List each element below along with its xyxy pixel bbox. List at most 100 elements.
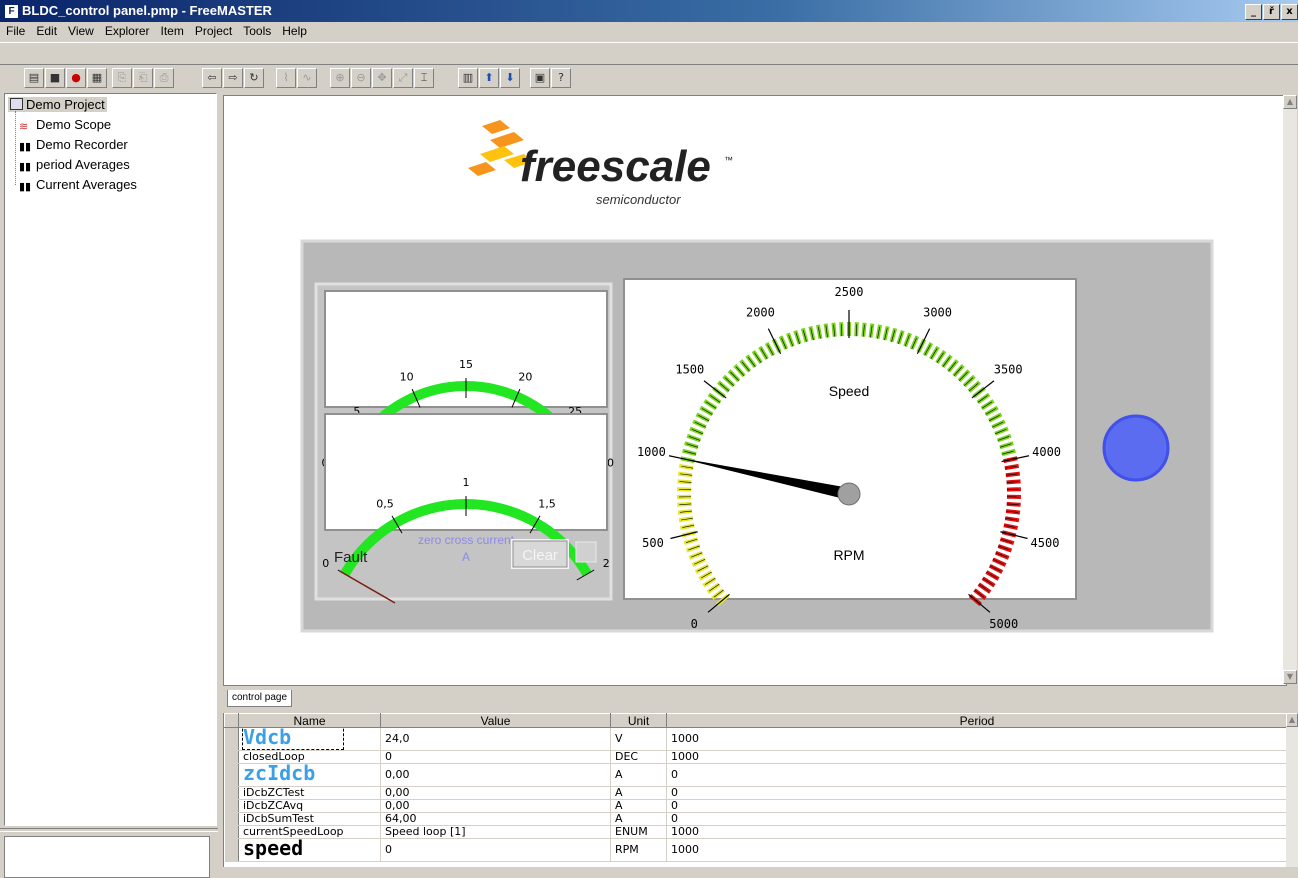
menu-tools[interactable]: Tools xyxy=(237,22,276,38)
zoom-in-icon[interactable]: ⊕ xyxy=(330,68,350,88)
speed-gauge: 0500100015002000250030003500400045005000… xyxy=(624,279,1076,631)
tree-item-label: Demo Scope xyxy=(36,117,111,132)
down-arrow-icon[interactable]: ⬇ xyxy=(500,68,520,88)
tree-root[interactable]: Demo Project xyxy=(8,97,107,112)
cell-name[interactable]: closedLoop xyxy=(239,751,381,764)
cell-period[interactable]: 0 xyxy=(667,813,1288,826)
tree-item-period-averages[interactable]: ▮▮period Averages xyxy=(19,157,130,172)
col-value[interactable]: Value xyxy=(381,714,611,728)
stop-icon[interactable]: ● xyxy=(66,68,86,88)
cell-period[interactable]: 0 xyxy=(667,800,1288,813)
menu-edit[interactable]: Edit xyxy=(30,22,62,38)
close-button[interactable]: x xyxy=(1281,4,1298,20)
col-unit[interactable]: Unit xyxy=(611,714,667,728)
cell-value[interactable]: 0,00 xyxy=(381,800,611,813)
cell-unit[interactable]: A xyxy=(611,800,667,813)
splitter[interactable] xyxy=(0,828,218,832)
restore-button[interactable]: ř xyxy=(1263,4,1280,20)
tree-item-current-averages[interactable]: ▮▮Current Averages xyxy=(19,177,137,192)
wave-icon[interactable]: ∿ xyxy=(297,68,317,88)
cell-name[interactable]: iDcbSumTest xyxy=(239,813,381,826)
speed-tick-label: 4000 xyxy=(1032,445,1061,459)
cell-period[interactable]: 1000 xyxy=(667,826,1288,839)
cell-period[interactable]: 1000 xyxy=(667,839,1288,862)
grid-scrollbar[interactable]: ▲ xyxy=(1286,713,1298,867)
cell-value[interactable]: 0,00 xyxy=(381,764,611,787)
cell-name[interactable]: iDcbZCAvq xyxy=(239,800,381,813)
scroll-up-icon[interactable]: ▲ xyxy=(1283,95,1297,109)
cell-unit[interactable]: A xyxy=(611,764,667,787)
table-row[interactable]: currentSpeedLoopSpeed loop [1]ENUM1000 xyxy=(225,826,1288,839)
options-icon[interactable]: ▦ xyxy=(87,68,107,88)
cell-unit[interactable]: RPM xyxy=(611,839,667,862)
help-icon[interactable]: ? xyxy=(551,68,571,88)
cell-period[interactable]: 1000 xyxy=(667,751,1288,764)
table-row[interactable]: speed0RPM1000 xyxy=(225,839,1288,862)
cell-value-text: 64,00 xyxy=(385,813,417,826)
cell-value[interactable]: 0 xyxy=(381,839,611,862)
table-row[interactable]: iDcbZCTest0,00A0 xyxy=(225,787,1288,800)
col-name[interactable]: Name xyxy=(239,714,381,728)
open-icon[interactable]: ▤ xyxy=(24,68,44,88)
cell-name[interactable]: zcIdcb xyxy=(239,764,381,787)
save-icon[interactable]: ■ xyxy=(45,68,65,88)
table-row[interactable]: closedLoop0DEC1000 xyxy=(225,751,1288,764)
tree-item-demo-recorder[interactable]: ▮▮Demo Recorder xyxy=(19,137,128,152)
cell-period[interactable]: 0 xyxy=(667,787,1288,800)
cell-unit[interactable]: ENUM xyxy=(611,826,667,839)
table-row[interactable]: iDcbZCAvq0,00A0 xyxy=(225,800,1288,813)
menu-explorer[interactable]: Explorer xyxy=(99,22,155,38)
tab-control-page[interactable]: control page xyxy=(227,690,292,707)
grid-scroll-up-icon[interactable]: ▲ xyxy=(1286,713,1298,727)
cell-period-text: 0 xyxy=(671,813,678,826)
table-row[interactable]: zcIdcb0,00A0 xyxy=(225,764,1288,787)
table-row[interactable]: Vdcb24,0V1000 xyxy=(225,728,1288,751)
cell-unit[interactable]: DEC xyxy=(611,751,667,764)
paste-icon[interactable]: ⎗ xyxy=(133,68,153,88)
cell-name[interactable]: iDcbZCTest xyxy=(239,787,381,800)
menu-help[interactable]: Help xyxy=(276,22,312,38)
tree-item-label: period Averages xyxy=(36,157,130,172)
cell-value[interactable]: 0 xyxy=(381,751,611,764)
cell-value[interactable]: 64,00 xyxy=(381,813,611,826)
cell-name[interactable]: currentSpeedLoop xyxy=(239,826,381,839)
minimize-button[interactable]: _ xyxy=(1245,4,1262,20)
cursor-icon[interactable]: ⌶ xyxy=(414,68,434,88)
menu-view[interactable]: View xyxy=(62,22,99,38)
clear-button[interactable]: Clear xyxy=(512,540,568,568)
cell-period[interactable]: 1000 xyxy=(667,728,1288,751)
print-icon[interactable]: ⎙ xyxy=(154,68,174,88)
cell-name[interactable]: speed xyxy=(239,839,381,862)
menu-file[interactable]: File xyxy=(0,22,30,38)
cell-value[interactable]: 24,0 xyxy=(381,728,611,751)
menu-project[interactable]: Project xyxy=(189,22,237,38)
cell-unit[interactable]: A xyxy=(611,813,667,826)
properties-icon[interactable]: ▣ xyxy=(530,68,550,88)
zoom-out-icon[interactable]: ⊖ xyxy=(351,68,371,88)
refresh-icon[interactable]: ↻ xyxy=(244,68,264,88)
pan-icon[interactable]: ✥ xyxy=(372,68,392,88)
tree-item-demo-scope[interactable]: ≋Demo Scope xyxy=(19,117,111,132)
grid-icon[interactable]: ▥ xyxy=(458,68,478,88)
scope-icon[interactable]: ⌇ xyxy=(276,68,296,88)
cell-value[interactable]: Speed loop [1] xyxy=(381,826,611,839)
scroll-down-icon[interactable]: ▼ xyxy=(1283,670,1297,684)
menu-item[interactable]: Item xyxy=(155,22,189,38)
cell-name[interactable]: Vdcb xyxy=(239,728,381,751)
fit-icon[interactable]: ⤢ xyxy=(393,68,413,88)
brand-sub: semiconductor xyxy=(596,192,681,207)
cell-unit[interactable]: V xyxy=(611,728,667,751)
forward-icon[interactable]: ⇨ xyxy=(223,68,243,88)
copy-icon[interactable]: ⎘ xyxy=(112,68,132,88)
cell-unit[interactable]: A xyxy=(611,787,667,800)
speed-tick-label: 2000 xyxy=(746,305,775,319)
up-arrow-icon[interactable]: ⬆ xyxy=(479,68,499,88)
grid-header: Name Value Unit Period xyxy=(225,714,1288,728)
content-scrollbar[interactable]: ▲ ▼ xyxy=(1283,95,1297,684)
control-page-canvas: freescale ™ semiconductor 051015202530DC… xyxy=(224,96,1286,685)
table-row[interactable]: iDcbSumTest 64,00 A0 xyxy=(225,813,1288,826)
cell-value[interactable]: 0,00 xyxy=(381,787,611,800)
col-period[interactable]: Period xyxy=(667,714,1288,728)
cell-period[interactable]: 0 xyxy=(667,764,1288,787)
back-icon[interactable]: ⇦ xyxy=(202,68,222,88)
